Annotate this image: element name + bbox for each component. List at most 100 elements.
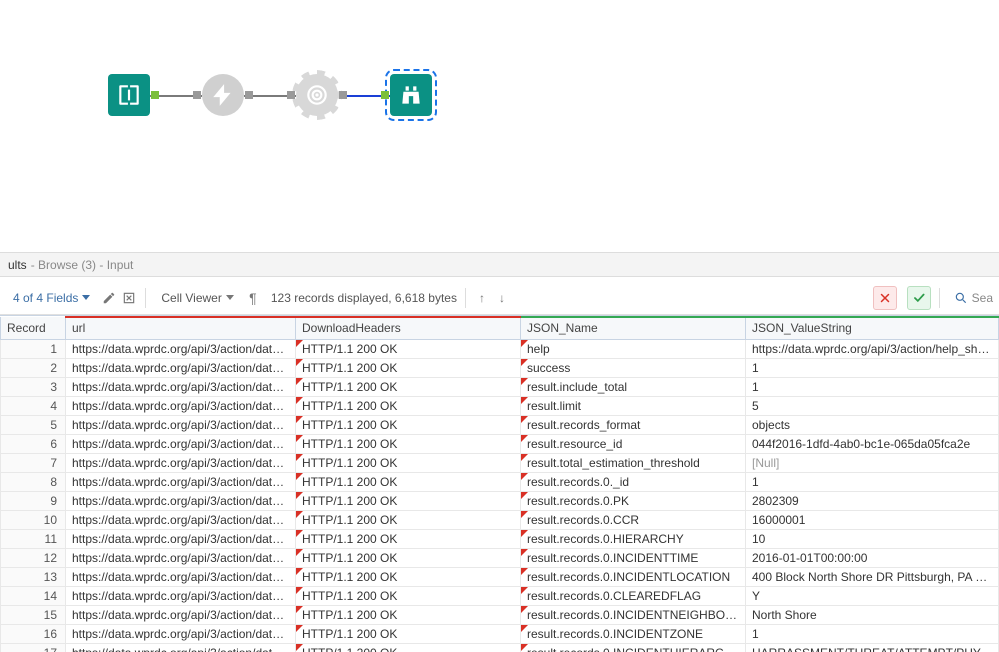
cell-json-valuestring[interactable]: 1 xyxy=(746,358,999,377)
clear-icon[interactable] xyxy=(121,290,137,306)
cell-url[interactable]: https://data.wprdc.org/api/3/action/data… xyxy=(66,548,296,567)
table-row[interactable]: 10https://data.wprdc.org/api/3/action/da… xyxy=(1,510,999,529)
cell-json-name[interactable]: result.records.0.PK xyxy=(521,491,746,510)
cell-download-headers[interactable]: HTTP/1.1 200 OK xyxy=(296,377,521,396)
cell-url[interactable]: https://data.wprdc.org/api/3/action/data… xyxy=(66,396,296,415)
cell-download-headers[interactable]: HTTP/1.1 200 OK xyxy=(296,548,521,567)
table-row[interactable]: 1https://data.wprdc.org/api/3/action/dat… xyxy=(1,339,999,358)
table-row[interactable]: 2https://data.wprdc.org/api/3/action/dat… xyxy=(1,358,999,377)
cell-json-valuestring[interactable]: 044f2016-1dfd-4ab0-bc1e-065da05fca2e xyxy=(746,434,999,453)
cell-url[interactable]: https://data.wprdc.org/api/3/action/data… xyxy=(66,491,296,510)
cell-url[interactable]: https://data.wprdc.org/api/3/action/data… xyxy=(66,586,296,605)
cell-json-name[interactable]: result.records.0.CCR xyxy=(521,510,746,529)
input-anchor[interactable] xyxy=(193,91,201,99)
cell-url[interactable]: https://data.wprdc.org/api/3/action/data… xyxy=(66,339,296,358)
cell-json-valuestring[interactable]: [Null] xyxy=(746,453,999,472)
cell-url[interactable]: https://data.wprdc.org/api/3/action/data… xyxy=(66,358,296,377)
cell-download-headers[interactable]: HTTP/1.1 200 OK xyxy=(296,643,521,652)
cell-url[interactable]: https://data.wprdc.org/api/3/action/data… xyxy=(66,377,296,396)
cell-url[interactable]: https://data.wprdc.org/api/3/action/data… xyxy=(66,510,296,529)
cell-json-valuestring[interactable]: https://data.wprdc.org/api/3/action/help… xyxy=(746,339,999,358)
table-row[interactable]: 11https://data.wprdc.org/api/3/action/da… xyxy=(1,529,999,548)
input-anchor[interactable] xyxy=(287,91,295,99)
results-grid[interactable]: Record url DownloadHeaders JSON_Name JSO… xyxy=(0,315,999,652)
col-download-headers[interactable]: DownloadHeaders xyxy=(296,317,521,339)
cell-json-valuestring[interactable]: 10 xyxy=(746,529,999,548)
table-row[interactable]: 5https://data.wprdc.org/api/3/action/dat… xyxy=(1,415,999,434)
cell-download-headers[interactable]: HTTP/1.1 200 OK xyxy=(296,586,521,605)
table-row[interactable]: 17https://data.wprdc.org/api/3/action/da… xyxy=(1,643,999,652)
fields-dropdown[interactable]: 4 of 4 Fields xyxy=(6,287,97,309)
table-row[interactable]: 3https://data.wprdc.org/api/3/action/dat… xyxy=(1,377,999,396)
cell-url[interactable]: https://data.wprdc.org/api/3/action/data… xyxy=(66,453,296,472)
cell-json-name[interactable]: result.records.0.INCIDENTZONE xyxy=(521,624,746,643)
cell-json-valuestring[interactable]: objects xyxy=(746,415,999,434)
col-url[interactable]: url xyxy=(66,317,296,339)
cell-json-name[interactable]: result.total_estimation_threshold xyxy=(521,453,746,472)
table-row[interactable]: 12https://data.wprdc.org/api/3/action/da… xyxy=(1,548,999,567)
cell-download-headers[interactable]: HTTP/1.1 200 OK xyxy=(296,453,521,472)
table-row[interactable]: 7https://data.wprdc.org/api/3/action/dat… xyxy=(1,453,999,472)
cell-viewer-dropdown[interactable]: Cell Viewer xyxy=(154,287,240,309)
cell-download-headers[interactable]: HTTP/1.1 200 OK xyxy=(296,529,521,548)
col-json-name[interactable]: JSON_Name xyxy=(521,317,746,339)
cell-download-headers[interactable]: HTTP/1.1 200 OK xyxy=(296,491,521,510)
cell-json-name[interactable]: success xyxy=(521,358,746,377)
cell-json-valuestring[interactable]: Y xyxy=(746,586,999,605)
cell-url[interactable]: https://data.wprdc.org/api/3/action/data… xyxy=(66,415,296,434)
accept-button[interactable] xyxy=(907,286,931,310)
col-json-valuestring[interactable]: JSON_ValueString xyxy=(746,317,999,339)
cell-json-name[interactable]: result.limit xyxy=(521,396,746,415)
col-record[interactable]: Record xyxy=(1,317,66,339)
cell-json-valuestring[interactable]: 16000001 xyxy=(746,510,999,529)
download-node[interactable] xyxy=(202,74,244,116)
cell-json-valuestring[interactable]: 400 Block North Shore DR Pittsburgh, PA … xyxy=(746,567,999,586)
table-row[interactable]: 14https://data.wprdc.org/api/3/action/da… xyxy=(1,586,999,605)
cell-json-name[interactable]: result.records_format xyxy=(521,415,746,434)
reject-button[interactable] xyxy=(873,286,897,310)
arrow-down-icon[interactable]: ↓ xyxy=(494,290,510,306)
cell-download-headers[interactable]: HTTP/1.1 200 OK xyxy=(296,624,521,643)
cell-json-valuestring[interactable]: 1 xyxy=(746,624,999,643)
cell-download-headers[interactable]: HTTP/1.1 200 OK xyxy=(296,472,521,491)
cell-json-name[interactable]: result.records.0._id xyxy=(521,472,746,491)
cell-download-headers[interactable]: HTTP/1.1 200 OK xyxy=(296,605,521,624)
search-box[interactable]: Sea xyxy=(954,291,993,305)
output-anchor[interactable] xyxy=(151,91,159,99)
cell-download-headers[interactable]: HTTP/1.1 200 OK xyxy=(296,396,521,415)
cell-download-headers[interactable]: HTTP/1.1 200 OK xyxy=(296,415,521,434)
workflow-canvas[interactable] xyxy=(0,0,999,250)
input-anchor[interactable] xyxy=(381,91,389,99)
cell-url[interactable]: https://data.wprdc.org/api/3/action/data… xyxy=(66,434,296,453)
table-row[interactable]: 4https://data.wprdc.org/api/3/action/dat… xyxy=(1,396,999,415)
cell-url[interactable]: https://data.wprdc.org/api/3/action/data… xyxy=(66,643,296,652)
table-row[interactable]: 8https://data.wprdc.org/api/3/action/dat… xyxy=(1,472,999,491)
table-row[interactable]: 15https://data.wprdc.org/api/3/action/da… xyxy=(1,605,999,624)
text-input-node[interactable] xyxy=(108,74,150,116)
cell-json-valuestring[interactable]: 2016-01-01T00:00:00 xyxy=(746,548,999,567)
cell-json-valuestring[interactable]: North Shore xyxy=(746,605,999,624)
edit-icon[interactable] xyxy=(101,290,117,306)
cell-download-headers[interactable]: HTTP/1.1 200 OK xyxy=(296,358,521,377)
cell-json-name[interactable]: result.records.0.INCIDENTHIERARCHYDESC xyxy=(521,643,746,652)
table-row[interactable]: 6https://data.wprdc.org/api/3/action/dat… xyxy=(1,434,999,453)
cell-json-name[interactable]: result.records.0.INCIDENTNEIGHBORHOOD xyxy=(521,605,746,624)
parse-node[interactable] xyxy=(296,74,338,116)
cell-json-valuestring[interactable]: 1 xyxy=(746,472,999,491)
cell-json-valuestring[interactable]: 1 xyxy=(746,377,999,396)
output-anchor[interactable] xyxy=(339,91,347,99)
cell-download-headers[interactable]: HTTP/1.1 200 OK xyxy=(296,339,521,358)
browse-node[interactable] xyxy=(390,74,432,116)
cell-json-valuestring[interactable]: 5 xyxy=(746,396,999,415)
cell-download-headers[interactable]: HTTP/1.1 200 OK xyxy=(296,434,521,453)
cell-url[interactable]: https://data.wprdc.org/api/3/action/data… xyxy=(66,605,296,624)
cell-json-name[interactable]: result.records.0.HIERARCHY xyxy=(521,529,746,548)
cell-json-name[interactable]: result.resource_id xyxy=(521,434,746,453)
output-anchor[interactable] xyxy=(245,91,253,99)
cell-download-headers[interactable]: HTTP/1.1 200 OK xyxy=(296,510,521,529)
cell-json-name[interactable]: result.include_total xyxy=(521,377,746,396)
table-row[interactable]: 13https://data.wprdc.org/api/3/action/da… xyxy=(1,567,999,586)
cell-url[interactable]: https://data.wprdc.org/api/3/action/data… xyxy=(66,624,296,643)
table-row[interactable]: 16https://data.wprdc.org/api/3/action/da… xyxy=(1,624,999,643)
paragraph-icon[interactable]: ¶ xyxy=(245,290,261,306)
